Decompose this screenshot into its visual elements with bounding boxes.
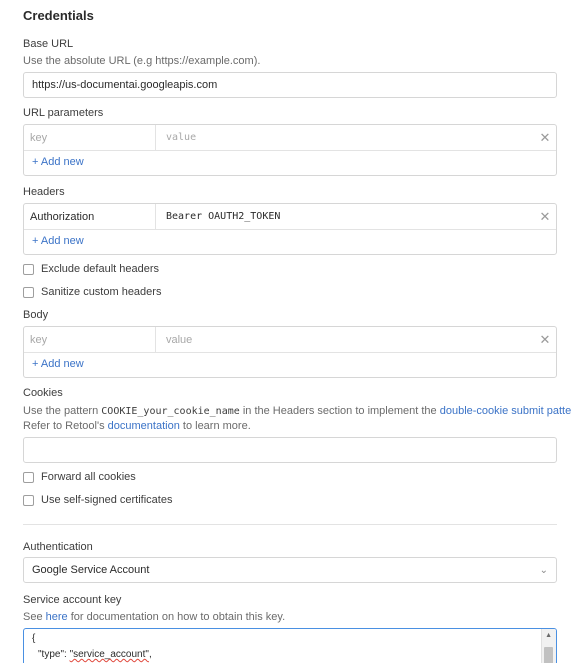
header-row: Authorization Bearer OAUTH2_TOKEN ✕ [24,204,556,230]
code-line: "type": "service_account", [38,649,152,660]
close-icon[interactable]: ✕ [534,125,556,150]
checkbox-box[interactable] [23,471,34,483]
base-url-input[interactable]: https://us-documentai.googleapis.com [23,72,557,98]
self-signed-label: Use self-signed certificates [41,494,173,506]
headers-label: Headers [23,186,65,198]
base-url-value: https://us-documentai.googleapis.com [32,79,218,91]
url-param-key-input[interactable]: key [24,125,156,150]
service-key-label: Service account key [23,594,122,606]
body-row: key value ✕ [24,327,556,353]
close-icon[interactable]: ✕ [534,327,556,352]
authentication-label: Authentication [23,541,93,553]
cookies-hint-text: Refer to Retool's [23,420,105,432]
arrow-up-icon[interactable]: ▲ [545,632,552,639]
sanitize-custom-headers-label: Sanitize custom headers [41,286,162,298]
service-key-hint-text: for documentation on how to obtain this … [70,611,286,623]
url-param-value-input[interactable]: value [156,125,534,150]
cookies-label: Cookies [23,387,63,399]
service-key-here-link[interactable]: here [46,611,68,623]
headers-add-button[interactable]: + Add new [24,230,556,252]
checkbox-box[interactable] [23,263,34,275]
code-punct: , [148,649,152,660]
cookies-hint-text: to learn more. [182,420,251,432]
cookies-hint-code: COOKIE_your_cookie_name [101,406,240,417]
service-key-hint-text: See [23,611,43,623]
authentication-selected: Google Service Account [32,564,150,576]
cookies-hint-line1: Use the pattern COOKIE_your_cookie_name … [23,404,571,419]
forward-cookies-checkbox[interactable]: Forward all cookies [23,471,136,483]
forward-cookies-label: Forward all cookies [41,471,136,483]
cookies-input[interactable] [23,437,557,463]
double-cookie-link[interactable]: double-cookie submit pattern [440,405,571,417]
body-key-input[interactable]: key [24,327,156,352]
url-param-row: key value ✕ [24,125,556,151]
divider [23,524,557,525]
base-url-hint: Use the absolute URL (e.g https://exampl… [23,55,261,67]
headers-table: Authorization Bearer OAUTH2_TOKEN ✕ + Ad… [23,203,557,255]
close-icon[interactable]: ✕ [534,204,556,229]
service-key-hint: See here for documentation on how to obt… [23,610,285,625]
service-key-editor[interactable]: { "type": "service_account", ▲ [23,628,557,663]
checkbox-box[interactable] [23,494,34,506]
base-url-label: Base URL [23,38,74,50]
chevron-down-icon: ⌄ [539,565,548,576]
code-value: "service_account" [69,649,149,660]
code-line: { [32,633,36,644]
scrollbar-thumb[interactable] [544,647,553,663]
url-params-label: URL parameters [23,107,104,119]
exclude-default-headers-label: Exclude default headers [41,263,160,275]
header-value-input[interactable]: Bearer OAUTH2_TOKEN [156,204,534,229]
exclude-default-headers-checkbox[interactable]: Exclude default headers [23,263,159,275]
authentication-select[interactable]: Google Service Account ⌄ [23,557,557,583]
url-params-add-button[interactable]: + Add new [24,151,556,173]
cookies-hint-text: Use the pattern [23,405,99,417]
body-add-button[interactable]: + Add new [24,353,556,375]
section-title: Credentials [23,8,94,23]
checkbox-box[interactable] [23,286,34,298]
body-table: key value ✕ + Add new [23,326,557,378]
body-label: Body [23,309,49,321]
url-params-table: key value ✕ + Add new [23,124,557,176]
header-key-input[interactable]: Authorization [24,204,156,229]
cookies-hint-text: in the Headers section to implement the [242,405,437,417]
code-key: "type": [38,649,70,660]
editor-scrollbar[interactable]: ▲ [541,629,556,663]
sanitize-custom-headers-checkbox[interactable]: Sanitize custom headers [23,286,161,298]
self-signed-checkbox[interactable]: Use self-signed certificates [23,494,172,506]
cookies-hint-line2: Refer to Retool's documentation to learn… [23,419,251,434]
body-value-input[interactable]: value [156,327,534,352]
documentation-link[interactable]: documentation [108,420,180,432]
